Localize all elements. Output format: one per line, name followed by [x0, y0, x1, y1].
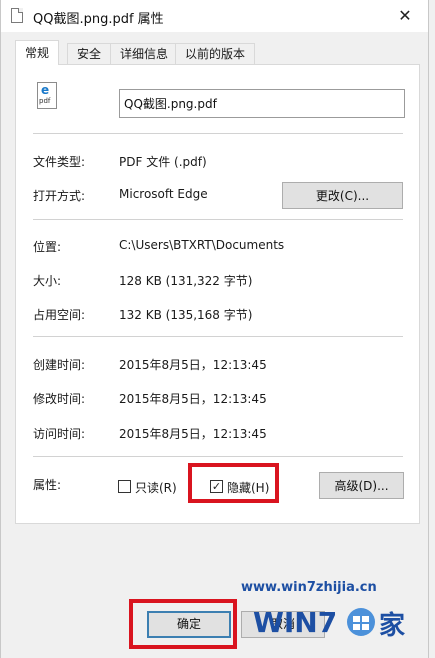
- tab-general[interactable]: 常规: [15, 40, 60, 65]
- accessed-value: 2015年8月5日，12:13:45: [119, 427, 267, 441]
- advanced-button[interactable]: 高级(D)...: [319, 472, 404, 499]
- created-label: 创建时间:: [33, 358, 86, 372]
- file-type-value: PDF 文件 (.pdf): [119, 155, 207, 169]
- readonly-label: 只读(R): [135, 481, 177, 495]
- location-value: C:\Users\BTXRT\Documents: [119, 238, 285, 252]
- watermark-logo-text: WIN7: [253, 606, 337, 639]
- separator: [33, 456, 403, 457]
- created-value: 2015年8月5日，12:13:45: [119, 358, 267, 372]
- tab-previous-versions[interactable]: 以前的版本: [175, 43, 256, 64]
- modified-value: 2015年8月5日，12:13:45: [119, 392, 267, 406]
- tab-details[interactable]: 详细信息: [110, 43, 179, 64]
- watermark-url: www.win7zhijia.cn: [241, 580, 377, 595]
- file-type-label: 文件类型:: [33, 155, 86, 169]
- separator: [33, 133, 403, 134]
- hidden-label: 隐藏(H): [227, 481, 270, 495]
- size-on-disk-label: 占用空间:: [33, 308, 86, 322]
- readonly-checkbox[interactable]: [118, 480, 131, 493]
- separator: [33, 336, 403, 337]
- hidden-checkbox[interactable]: ✓: [210, 480, 223, 493]
- size-value: 128 KB (131,322 字节): [119, 274, 253, 288]
- ok-button[interactable]: 确定: [147, 611, 231, 638]
- close-button[interactable]: ✕: [388, 2, 422, 30]
- watermark-logo-suffix: 家: [379, 610, 405, 641]
- properties-dialog: QQ截图.png.pdf 属性 ✕ 常规 安全 详细信息 以前的版本 e pdf…: [0, 0, 429, 658]
- window-title: QQ截图.png.pdf 属性: [33, 12, 164, 27]
- file-name-input[interactable]: [119, 89, 405, 118]
- pdf-file-icon: e pdf: [37, 82, 57, 109]
- pdf-icon-caption: pdf: [39, 97, 51, 105]
- opens-with-value: Microsoft Edge: [119, 187, 208, 201]
- location-label: 位置:: [33, 240, 62, 254]
- tab-security[interactable]: 安全: [67, 43, 112, 64]
- opens-with-label: 打开方式:: [33, 189, 86, 203]
- change-button[interactable]: 更改(C)...: [282, 182, 403, 209]
- attributes-label: 属性:: [33, 478, 62, 492]
- separator: [33, 219, 403, 220]
- title-bar: QQ截图.png.pdf 属性 ✕: [1, 0, 428, 32]
- modified-label: 修改时间:: [33, 392, 86, 406]
- win7-logo-watermark: WIN7 家: [253, 606, 405, 641]
- accessed-label: 访问时间:: [33, 427, 86, 441]
- size-on-disk-value: 132 KB (135,168 字节): [119, 308, 253, 322]
- size-label: 大小:: [33, 274, 62, 288]
- document-icon: [11, 8, 23, 23]
- edge-logo-letter: e: [41, 83, 50, 97]
